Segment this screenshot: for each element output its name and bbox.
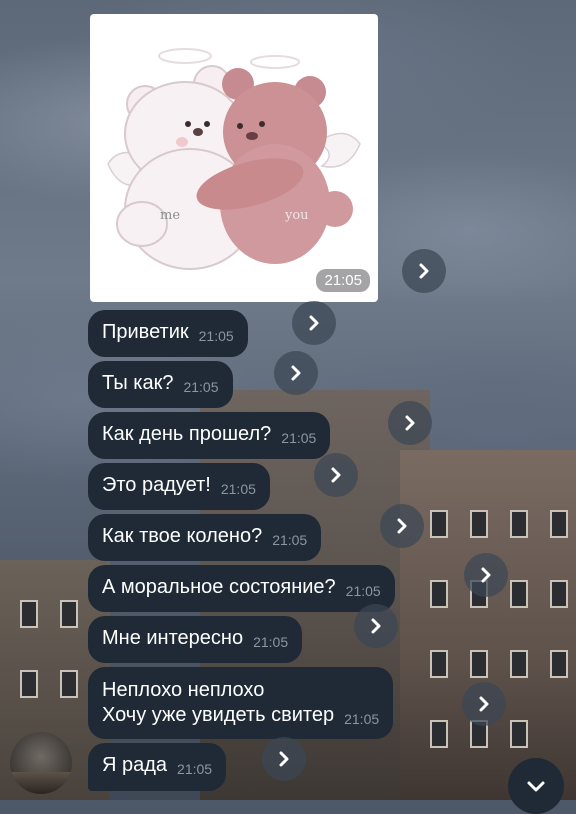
scroll-down-button[interactable] bbox=[508, 758, 564, 814]
building-window bbox=[430, 650, 448, 678]
building-window bbox=[510, 720, 528, 748]
forward-arrow-icon bbox=[405, 415, 415, 431]
message-time: 21:05 bbox=[177, 761, 213, 777]
forward-arrow-icon bbox=[419, 263, 429, 279]
caption-me: me bbox=[160, 208, 180, 223]
building-window bbox=[60, 600, 78, 628]
message-text: Как твое колено? bbox=[102, 525, 263, 547]
forward-arrow-icon bbox=[479, 696, 489, 712]
bears-illustration: me you bbox=[107, 48, 361, 270]
building-window bbox=[470, 650, 488, 678]
share-button[interactable] bbox=[402, 249, 446, 293]
forward-arrow-icon bbox=[309, 315, 319, 331]
message-bubble[interactable]: Неплохо неплохо Хочу уже увидеть свитер 2… bbox=[88, 667, 394, 739]
photo-message[interactable]: me you 21:05 bbox=[90, 14, 378, 302]
message-text: Приветик bbox=[102, 321, 189, 343]
message-bubble[interactable]: А моральное состояние? 21:05 bbox=[88, 565, 395, 612]
building-window bbox=[430, 580, 448, 608]
message-time: 21:05 bbox=[345, 583, 381, 599]
forward-arrow-icon bbox=[279, 751, 289, 767]
message-bubble[interactable]: Приветик 21:05 bbox=[88, 310, 248, 357]
building-window bbox=[510, 510, 528, 538]
message-bubble[interactable]: Мне интересно 21:05 bbox=[88, 616, 303, 663]
building-window bbox=[430, 510, 448, 538]
forward-arrow-icon bbox=[331, 467, 341, 483]
message-bubble[interactable]: Я рада 21:05 bbox=[88, 743, 227, 791]
share-button[interactable] bbox=[380, 504, 424, 548]
message-bubble[interactable]: Как твое колено? 21:05 bbox=[88, 514, 322, 561]
building-right bbox=[400, 450, 576, 800]
message-time: 21:05 bbox=[316, 269, 370, 292]
message-text: Мне интересно bbox=[102, 627, 244, 649]
message-bubble[interactable]: Ты как? 21:05 bbox=[88, 361, 233, 408]
message-text-line: Неплохо неплохо bbox=[102, 679, 265, 701]
building-window bbox=[510, 650, 528, 678]
forward-arrow-icon bbox=[397, 518, 407, 534]
share-button[interactable] bbox=[354, 604, 398, 648]
message-text: Это радует! bbox=[102, 474, 211, 496]
message-bubble[interactable]: Как день прошел? 21:05 bbox=[88, 412, 331, 459]
building-window bbox=[430, 720, 448, 748]
message-text-line: Хочу уже увидеть свитер bbox=[102, 704, 335, 726]
message-time: 21:05 bbox=[253, 634, 289, 650]
share-button[interactable] bbox=[262, 737, 306, 781]
message-text: Ты как? bbox=[102, 372, 174, 394]
building-window bbox=[20, 600, 38, 628]
share-button[interactable] bbox=[314, 453, 358, 497]
forward-arrow-icon bbox=[371, 618, 381, 634]
message-text: А моральное состояние? bbox=[102, 576, 336, 598]
forward-arrow-icon bbox=[291, 365, 301, 381]
share-button[interactable] bbox=[464, 553, 508, 597]
message-text: Я рада bbox=[102, 754, 168, 776]
message-time: 21:05 bbox=[183, 379, 219, 395]
message-time: 21:05 bbox=[344, 711, 380, 727]
message-bubble[interactable]: Это радует! 21:05 bbox=[88, 463, 270, 510]
message-time: 21:05 bbox=[198, 328, 234, 344]
message-time: 21:05 bbox=[281, 430, 317, 446]
forward-arrow-icon bbox=[481, 567, 491, 583]
share-button[interactable] bbox=[462, 682, 506, 726]
message-time: 21:05 bbox=[272, 532, 308, 548]
building-window bbox=[510, 580, 528, 608]
message-time: 21:05 bbox=[220, 481, 256, 497]
share-button[interactable] bbox=[274, 351, 318, 395]
building-window bbox=[550, 510, 568, 538]
share-button[interactable] bbox=[388, 401, 432, 445]
building-window bbox=[550, 580, 568, 608]
share-button[interactable] bbox=[292, 301, 336, 345]
caption-you: you bbox=[284, 208, 309, 223]
building-window bbox=[550, 650, 568, 678]
building-window bbox=[20, 670, 38, 698]
building-window bbox=[470, 510, 488, 538]
chevron-down-icon bbox=[527, 781, 545, 792]
message-text: Как день прошел? bbox=[102, 423, 272, 445]
sender-avatar[interactable] bbox=[10, 732, 72, 794]
building-window bbox=[60, 670, 78, 698]
